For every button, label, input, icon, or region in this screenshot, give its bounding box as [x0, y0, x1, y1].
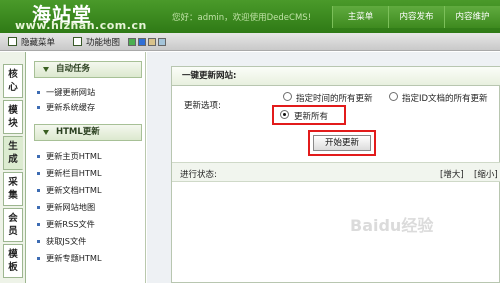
tab-members[interactable]: 会员	[3, 208, 23, 242]
option-label: 更新选项:	[184, 101, 221, 111]
tab-collect[interactable]: 采集	[3, 172, 23, 206]
menu-item-label: 更新栏目HTML	[46, 168, 102, 178]
tab-core-label: 核心	[8, 69, 18, 93]
menu-item-update-rss[interactable]: 更新RSS文件	[37, 218, 95, 230]
start-update-button[interactable]: 开始更新	[313, 135, 371, 151]
tab-members-label: 会员	[8, 213, 18, 237]
brand-url: www.hizhan.com.cn	[15, 19, 147, 32]
sub-toolbar: 隐藏菜单 功能地图	[0, 33, 500, 51]
menu-group-title: 自动任务	[56, 64, 91, 74]
bullet-icon	[37, 91, 40, 94]
bullet-icon	[37, 206, 40, 209]
menu-item-one-click-update[interactable]: 一键更新网站	[37, 86, 95, 98]
menu-item-update-home[interactable]: 更新主页HTML	[37, 150, 102, 162]
radio-time-range-label: 指定时间的所有更新	[296, 94, 373, 104]
bullet-icon	[37, 240, 40, 243]
nav-content-publish[interactable]: 内容发布	[388, 6, 444, 28]
radio-update-all-label: 更新所有	[294, 112, 329, 122]
vertical-tab-strip: 核心 模块 生成 采集 会员 模板	[0, 52, 26, 283]
theme-swatch-green[interactable]	[128, 38, 136, 46]
menu-item-label: 一键更新网站	[46, 87, 96, 97]
menu-group-auto-tasks[interactable]: 自动任务	[34, 61, 142, 78]
menu-item-label: 更新专题HTML	[46, 253, 102, 263]
collapse-triangle-icon	[43, 130, 49, 135]
tab-modules-label: 模块	[8, 105, 18, 129]
menu-item-label: 获取JS文件	[46, 236, 87, 246]
welcome-text: 您好：admin，欢迎使用DedeCMS!	[172, 13, 312, 23]
menu-item-update-column[interactable]: 更新栏目HTML	[37, 167, 102, 179]
hide-menu-icon	[8, 37, 17, 46]
bullet-icon	[37, 257, 40, 260]
sidebar-menu: 自动任务 一键更新网站 更新系统缓存 HTML更新 更新主页HTML 更新栏目H…	[27, 52, 146, 283]
status-label: 进行状态:	[180, 170, 217, 180]
bullet-icon	[37, 155, 40, 158]
menu-item-update-topic[interactable]: 更新专题HTML	[37, 252, 102, 264]
bullet-icon	[37, 106, 40, 109]
radio-id-range[interactable]	[389, 92, 398, 101]
menu-item-get-js[interactable]: 获取JS文件	[37, 235, 86, 247]
bullet-icon	[37, 223, 40, 226]
site-map-icon	[73, 37, 82, 46]
nav-main-menu[interactable]: 主菜单	[332, 6, 388, 28]
menu-item-label: 更新文档HTML	[46, 185, 102, 195]
menu-item-label: 更新系统缓存	[46, 102, 96, 112]
menu-item-update-cache[interactable]: 更新系统缓存	[37, 101, 95, 113]
panel-title: 一键更新网站:	[172, 67, 500, 86]
bullet-icon	[37, 172, 40, 175]
menu-item-label: 更新网站地图	[46, 202, 96, 212]
shrink-link[interactable]: [缩小]	[474, 168, 498, 180]
site-map-link[interactable]: 功能地图	[86, 36, 120, 48]
theme-swatch-tan[interactable]	[148, 38, 156, 46]
radio-update-all[interactable]	[280, 110, 289, 119]
tab-generate[interactable]: 生成	[3, 136, 23, 170]
hide-menu-link[interactable]: 隐藏菜单	[21, 36, 55, 48]
menu-item-label: 更新RSS文件	[46, 219, 95, 229]
radio-time-range[interactable]	[283, 92, 292, 101]
watermark: Baidu经验	[350, 216, 434, 235]
bullet-icon	[37, 189, 40, 192]
menu-group-title: HTML更新	[56, 127, 100, 137]
status-row: 进行状态: [增大] [缩小]	[172, 162, 500, 182]
tab-templates-label: 模板	[8, 249, 18, 273]
theme-swatch-blue[interactable]	[138, 38, 146, 46]
theme-swatch-lightblue[interactable]	[158, 38, 166, 46]
tab-collect-label: 采集	[8, 177, 18, 201]
menu-item-update-sitemap[interactable]: 更新网站地图	[37, 201, 95, 213]
menu-item-label: 更新主页HTML	[46, 151, 102, 161]
tab-templates[interactable]: 模板	[3, 244, 23, 278]
tab-core[interactable]: 核心	[3, 64, 23, 98]
radio-id-range-label: 指定ID文档的所有更新	[402, 94, 488, 104]
top-header: 海站堂 www.hizhan.com.cn 您好：admin，欢迎使用DedeC…	[0, 0, 500, 33]
collapse-triangle-icon	[43, 67, 49, 72]
tab-modules[interactable]: 模块	[3, 100, 23, 134]
menu-group-html-update[interactable]: HTML更新	[34, 124, 142, 141]
nav-content-maintain[interactable]: 内容维护	[444, 6, 500, 28]
enlarge-link[interactable]: [增大]	[440, 168, 464, 180]
update-panel: 一键更新网站: 更新选项: 指定时间的所有更新 指定ID文档的所有更新 更新所有…	[171, 66, 500, 283]
menu-item-update-docs[interactable]: 更新文档HTML	[37, 184, 102, 196]
tab-generate-label: 生成	[8, 141, 18, 165]
